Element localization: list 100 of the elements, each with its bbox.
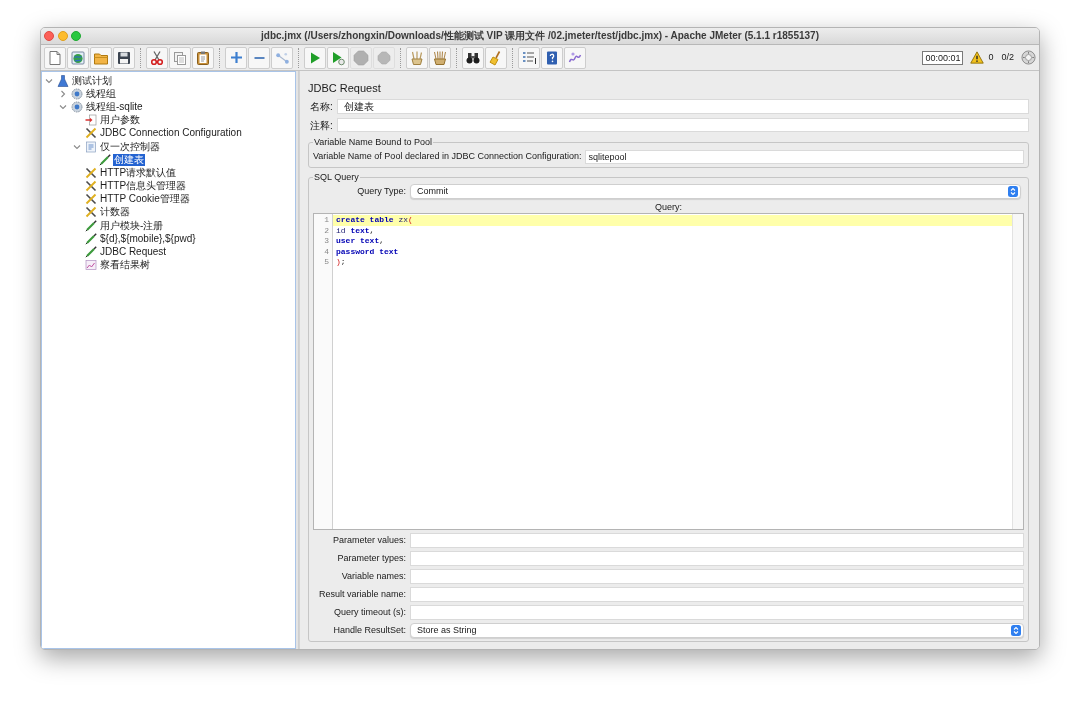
updown-arrows-icon [1011, 625, 1021, 636]
clear-all-button[interactable] [429, 46, 451, 69]
field-label: Parameter types: [337, 551, 406, 565]
field-label: Variable Name of Pool declared in JDBC Connection Configuration: [313, 150, 582, 164]
line-number: 2 [324, 225, 330, 236]
gear-icon [71, 87, 83, 100]
scissors-icon [149, 49, 165, 66]
updown-arrows-icon [1008, 186, 1018, 197]
zoom-button[interactable] [71, 31, 81, 41]
field-label: 注释: [310, 118, 333, 132]
nodes-icon [275, 51, 289, 64]
field-label: Query: [655, 202, 682, 212]
chevron-right-icon[interactable] [59, 89, 67, 98]
tree-item[interactable]: 仅一次控制器 [99, 140, 161, 153]
arrow-page-icon [85, 114, 97, 127]
tree-item[interactable]: 计数器 [99, 206, 131, 219]
field-label: Variable names: [341, 569, 406, 583]
search-button[interactable] [462, 46, 484, 69]
help-icon [544, 49, 560, 66]
chevron-down-icon[interactable] [45, 76, 53, 85]
tree-item[interactable]: 线程组 [85, 87, 117, 100]
tree-item[interactable]: HTTP请求默认值 [99, 166, 178, 179]
list-icon [521, 49, 537, 66]
tree-item[interactable]: 用户模块-注册 [99, 219, 165, 232]
plus-icon [230, 52, 242, 63]
tree-item[interactable]: HTTP信息头管理器 [99, 180, 188, 193]
field-label: 名称: [310, 100, 333, 113]
field-label: Parameter values: [332, 533, 406, 547]
tree-item[interactable]: JDBC Request [99, 246, 168, 259]
window-title: jdbc.jmx (/Users/zhongxin/Downloads/性能测试 VIP 课用文件 /02.jmeter/test/jdbc.jmx) - Apache JMeter (5.1.1 r1855137) [261, 29, 819, 43]
line-number: 1 [324, 215, 330, 226]
line-number: 3 [324, 236, 330, 247]
tree-item[interactable]: 用户参数 [99, 114, 141, 127]
tree-item[interactable]: 创建表 [113, 153, 145, 166]
brush-icon [409, 49, 425, 66]
text-field[interactable] [410, 569, 1024, 584]
minus-icon [253, 56, 265, 59]
tree-item[interactable]: 线程组-sqlite [85, 100, 144, 113]
crossed-tools-icon [85, 193, 97, 206]
clipboard-icon [195, 49, 211, 66]
save-button[interactable] [113, 46, 135, 69]
field-label: Query timeout (s): [333, 605, 406, 619]
expand-button[interactable] [225, 46, 247, 69]
chevron-down-icon[interactable] [59, 102, 67, 111]
minimize-button[interactable] [57, 31, 68, 41]
crossed-tools-icon [85, 206, 97, 219]
text-field[interactable] [410, 551, 1024, 566]
text-field[interactable] [410, 605, 1024, 620]
blank-page-icon [47, 49, 63, 66]
list-page-icon [85, 140, 97, 153]
field-label: Handle ResultSet: [333, 623, 406, 637]
text-field[interactable] [410, 587, 1024, 602]
play-badge-icon [330, 49, 346, 66]
pipette-icon [85, 246, 97, 259]
globe-icon [70, 49, 86, 66]
line-number: 4 [324, 246, 330, 257]
clear-button[interactable] [406, 46, 428, 69]
scrollbar-track[interactable] [1012, 214, 1023, 529]
chevron-down-icon[interactable] [73, 142, 81, 151]
code-line: id text, [335, 225, 376, 236]
text-field[interactable]: sqlitepool [585, 150, 1024, 164]
new-button[interactable] [44, 46, 66, 69]
line-number: 5 [324, 257, 330, 268]
copy-icon [172, 49, 188, 66]
help-button[interactable] [541, 46, 563, 69]
sql-editor[interactable]: 1 2 3 4 5 create table zx( id text, user text, password text ); [313, 213, 1024, 530]
timer-display: 00:00:01 [922, 50, 964, 65]
collapse-button[interactable] [248, 46, 270, 69]
code-line: user text, [335, 236, 386, 247]
chart-icon [85, 259, 97, 272]
tree-item[interactable]: HTTP Cookie管理器 [99, 193, 191, 206]
crossed-tools-icon [85, 180, 97, 193]
start-button[interactable] [304, 46, 326, 69]
paste-button[interactable] [192, 46, 214, 69]
code-line: password text [335, 246, 400, 257]
start-no-pauses-button[interactable] [327, 46, 349, 69]
dropdown[interactable]: Commit [410, 184, 1021, 199]
templates-button[interactable] [67, 46, 89, 69]
octagon-icon [353, 49, 369, 66]
text-field[interactable] [410, 533, 1024, 548]
toggle-button[interactable] [271, 46, 293, 69]
tree-item[interactable]: 察看结果树 [99, 259, 151, 272]
dropdown[interactable]: Store as String [410, 623, 1024, 638]
group-title: SQL Query [313, 172, 360, 182]
pipette-icon [85, 232, 97, 245]
comments-field[interactable] [336, 118, 1029, 132]
tree-item[interactable]: ${d},${mobile},${pwd} [99, 232, 197, 245]
crossed-tools-icon [85, 166, 97, 179]
octagon-icon [376, 49, 392, 66]
copy-button[interactable] [169, 46, 191, 69]
crossed-tools-icon [85, 127, 97, 140]
log-viewer-button[interactable] [564, 46, 586, 69]
code-line: ); [335, 257, 347, 268]
function-helper-button[interactable] [518, 46, 540, 69]
tree-item[interactable]: 测试计划 [71, 74, 113, 87]
name-field[interactable]: 创建表 [336, 99, 1029, 114]
tree-item[interactable]: JDBC Connection Configuration [99, 127, 243, 140]
cut-button[interactable] [146, 46, 168, 69]
brushes-icon [432, 49, 448, 66]
close-button[interactable] [44, 31, 54, 41]
